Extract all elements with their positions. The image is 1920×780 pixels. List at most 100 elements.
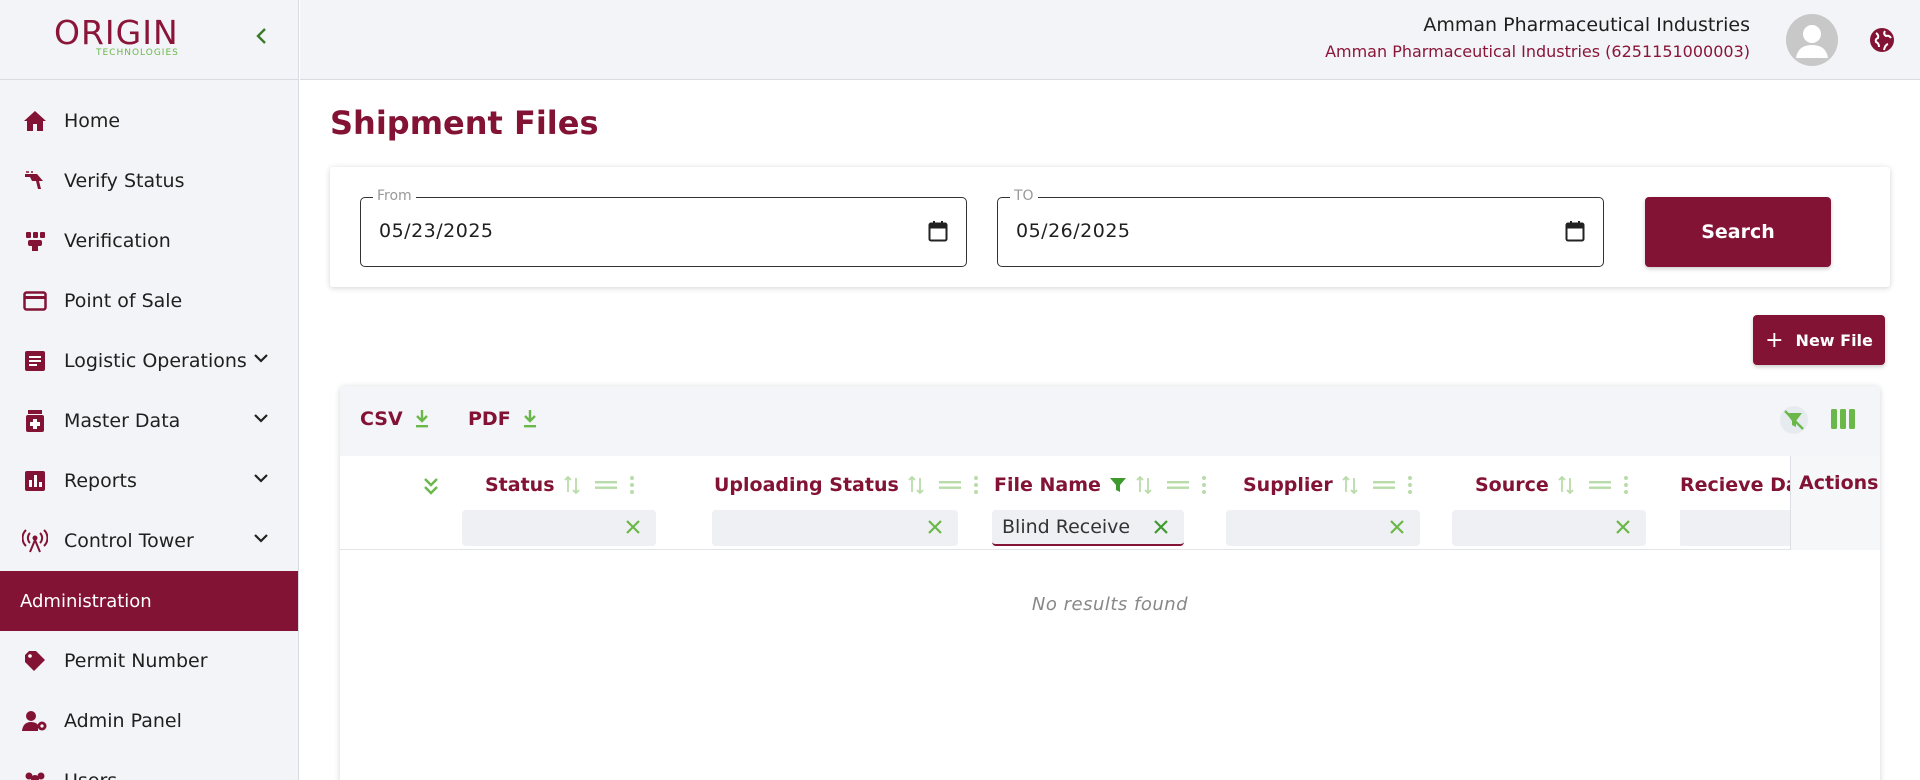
sidebar-item-label: Verification	[64, 230, 171, 252]
export-pdf-button[interactable]: PDF	[468, 408, 539, 430]
sidebar-item-admin-panel[interactable]: Admin Panel	[0, 691, 298, 751]
date-filter-card: From 05/23/2025 TO 05/26/2025 Search	[330, 167, 1890, 287]
filter-active-icon[interactable]	[1109, 476, 1127, 494]
from-date-value: 05/23/2025	[379, 220, 494, 242]
clear-filter-icon[interactable]	[624, 518, 642, 540]
logo-subtext: TECHNOLOGIES	[96, 48, 179, 58]
sidebar-item-administration[interactable]: Administration	[0, 571, 298, 631]
clear-filter-icon[interactable]	[1152, 518, 1170, 540]
sidebar-item-home[interactable]: Home	[0, 91, 298, 151]
globe-icon[interactable]	[1868, 26, 1896, 58]
sidebar-item-point-of-sale[interactable]: Point of Sale	[0, 271, 298, 331]
sort-icon[interactable]	[1341, 475, 1359, 495]
drag-handle-icon[interactable]	[1372, 479, 1395, 491]
download-icon	[415, 410, 428, 428]
user-gear-icon	[22, 708, 48, 734]
file-name-filter-input[interactable]: Blind Receive	[992, 510, 1184, 546]
logo-text: ORIGIN	[54, 13, 179, 52]
sidebar-item-label: Reports	[64, 470, 137, 492]
status-filter-input[interactable]	[462, 510, 656, 546]
column-actions: Actions	[1790, 456, 1880, 550]
logo-area: ORIGIN TECHNOLOGIES	[0, 0, 298, 80]
column-title[interactable]: Recieve Dat	[1680, 474, 1790, 496]
column-title[interactable]: File Name	[994, 474, 1101, 496]
plus-icon: +	[1765, 327, 1784, 353]
column-menu-icon[interactable]	[1407, 475, 1413, 495]
sidebar-item-logistic-operations[interactable]: Logistic Operations	[0, 331, 298, 391]
chevron-down-icon[interactable]	[253, 469, 269, 488]
sidebar-item-label: Users	[64, 770, 117, 780]
sidebar-item-label: Point of Sale	[64, 290, 183, 312]
sort-icon[interactable]	[1135, 475, 1153, 495]
column-source: Source	[1452, 474, 1646, 546]
column-recieve-date: Recieve Dat	[1680, 474, 1790, 550]
uploading-status-filter-input[interactable]	[712, 510, 958, 546]
export-csv-label: CSV	[360, 408, 403, 430]
drag-handle-icon[interactable]	[1588, 479, 1611, 491]
sidebar-item-label: Logistic Operations	[64, 350, 247, 372]
sort-icon[interactable]	[907, 475, 925, 495]
clear-filter-icon[interactable]	[1388, 518, 1406, 540]
expand-all-icon[interactable]	[422, 476, 440, 502]
tag-icon	[22, 648, 48, 674]
chevron-down-icon[interactable]	[253, 409, 269, 428]
source-filter-input[interactable]	[1452, 510, 1646, 546]
column-menu-icon[interactable]	[1623, 475, 1629, 495]
sidebar-item-label: Verify Status	[64, 170, 185, 192]
sort-icon[interactable]	[1557, 475, 1575, 495]
from-date-field[interactable]: From 05/23/2025	[360, 188, 967, 267]
scanner-icon	[22, 168, 48, 194]
search-button[interactable]: Search	[1645, 197, 1831, 267]
origin-logo[interactable]: ORIGIN TECHNOLOGIES	[54, 13, 194, 59]
bar-chart-icon	[22, 468, 48, 494]
sidebar-item-permit-number[interactable]: Permit Number	[0, 631, 298, 691]
column-title[interactable]: Supplier	[1243, 474, 1333, 496]
sort-icon[interactable]	[563, 475, 581, 495]
sidebar-item-verify-status[interactable]: Verify Status	[0, 151, 298, 211]
recieve-date-filter-input[interactable]	[1680, 510, 1790, 546]
new-file-label: New File	[1795, 330, 1873, 350]
sidebar-item-reports[interactable]: Reports	[0, 451, 298, 511]
column-title[interactable]: Uploading Status	[714, 474, 899, 496]
columns-icon[interactable]	[1830, 408, 1856, 434]
clear-filter-icon[interactable]	[926, 518, 944, 540]
company-name: Amman Pharmaceutical Industries	[1423, 14, 1750, 36]
drag-handle-icon[interactable]	[938, 479, 961, 491]
sidebar-item-verification[interactable]: Verification	[0, 211, 298, 271]
drag-handle-icon[interactable]	[594, 479, 617, 491]
avatar[interactable]	[1786, 14, 1838, 66]
sidebar-item-label: Permit Number	[64, 650, 208, 672]
column-menu-icon[interactable]	[629, 475, 635, 495]
column-uploading-status: Uploading Status	[712, 474, 979, 546]
verification-icon	[22, 228, 48, 254]
sidebar-item-label: Home	[64, 110, 121, 132]
chevron-down-icon[interactable]	[253, 349, 269, 368]
column-menu-icon[interactable]	[973, 475, 979, 495]
to-date-label: TO	[1010, 188, 1038, 204]
sidebar-item-users[interactable]: Users	[0, 751, 298, 780]
sidebar-item-master-data[interactable]: Master Data	[0, 391, 298, 451]
column-title[interactable]: Source	[1475, 474, 1549, 496]
supplier-filter-input[interactable]	[1226, 510, 1420, 546]
clear-filter-icon[interactable]	[1614, 518, 1632, 540]
to-date-field[interactable]: TO 05/26/2025	[997, 188, 1604, 267]
clear-filters-icon[interactable]	[1780, 406, 1808, 438]
table-header: Status Uploading Status File Name Blind …	[340, 456, 1880, 550]
column-supplier: Supplier	[1226, 474, 1420, 546]
calendar-icon[interactable]	[928, 220, 948, 246]
column-file-name: File Name Blind Receive	[992, 474, 1207, 546]
chevron-down-icon[interactable]	[253, 529, 269, 548]
new-file-button[interactable]: + New File	[1753, 315, 1885, 365]
empty-state-message: No results found	[1031, 594, 1189, 615]
chevron-left-icon[interactable]	[254, 26, 268, 52]
column-menu-icon[interactable]	[1201, 475, 1207, 495]
calendar-icon[interactable]	[1565, 220, 1585, 246]
page-title: Shipment Files	[330, 104, 599, 142]
credit-card-icon	[22, 288, 48, 314]
column-title[interactable]: Status	[485, 474, 555, 496]
export-csv-button[interactable]: CSV	[360, 408, 431, 430]
to-date-value: 05/26/2025	[1016, 220, 1131, 242]
drag-handle-icon[interactable]	[1166, 479, 1189, 491]
sidebar-item-control-tower[interactable]: Control Tower	[0, 511, 298, 571]
sidebar-nav: Home Verify Status Verification Point of…	[0, 91, 298, 780]
